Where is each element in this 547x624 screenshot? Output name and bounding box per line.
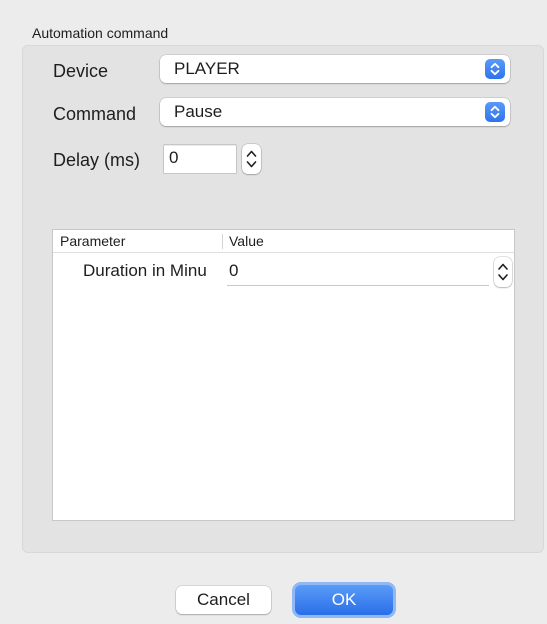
parameter-value-field[interactable]: 0 — [227, 257, 489, 286]
table-header: Parameter Value — [53, 230, 514, 253]
device-label: Device — [53, 61, 109, 81]
device-value: PLAYER — [174, 59, 240, 78]
column-header-parameter[interactable]: Parameter — [60, 233, 125, 249]
automation-command-dialog: Automation command Device PLAYER Command… — [0, 0, 547, 624]
parameter-table: Parameter Value Duration in Minu 0 — [52, 229, 515, 521]
group-title: Automation command — [32, 25, 169, 41]
parameter-value: 0 — [229, 261, 239, 280]
command-label: Command — [53, 104, 137, 124]
stepper-arrows-icon — [498, 263, 508, 281]
command-popup[interactable]: Pause — [160, 98, 510, 126]
up-down-chevron-icon — [485, 59, 505, 79]
cancel-button[interactable]: Cancel — [176, 586, 271, 614]
stepper-arrows-icon — [246, 150, 257, 168]
ok-button[interactable]: OK — [295, 585, 393, 615]
delay-stepper[interactable] — [242, 144, 261, 174]
command-value: Pause — [174, 102, 223, 121]
delay-value: 0 — [169, 148, 179, 167]
up-down-chevron-icon — [485, 102, 505, 122]
column-divider — [222, 234, 223, 249]
device-popup[interactable]: PLAYER — [160, 55, 510, 83]
delay-label: Delay (ms) — [53, 150, 141, 170]
parameter-name-cell: Duration in Minu — [83, 261, 207, 280]
parameter-value-stepper[interactable] — [494, 257, 512, 287]
delay-field[interactable]: 0 — [164, 145, 236, 173]
column-header-value[interactable]: Value — [229, 233, 264, 249]
